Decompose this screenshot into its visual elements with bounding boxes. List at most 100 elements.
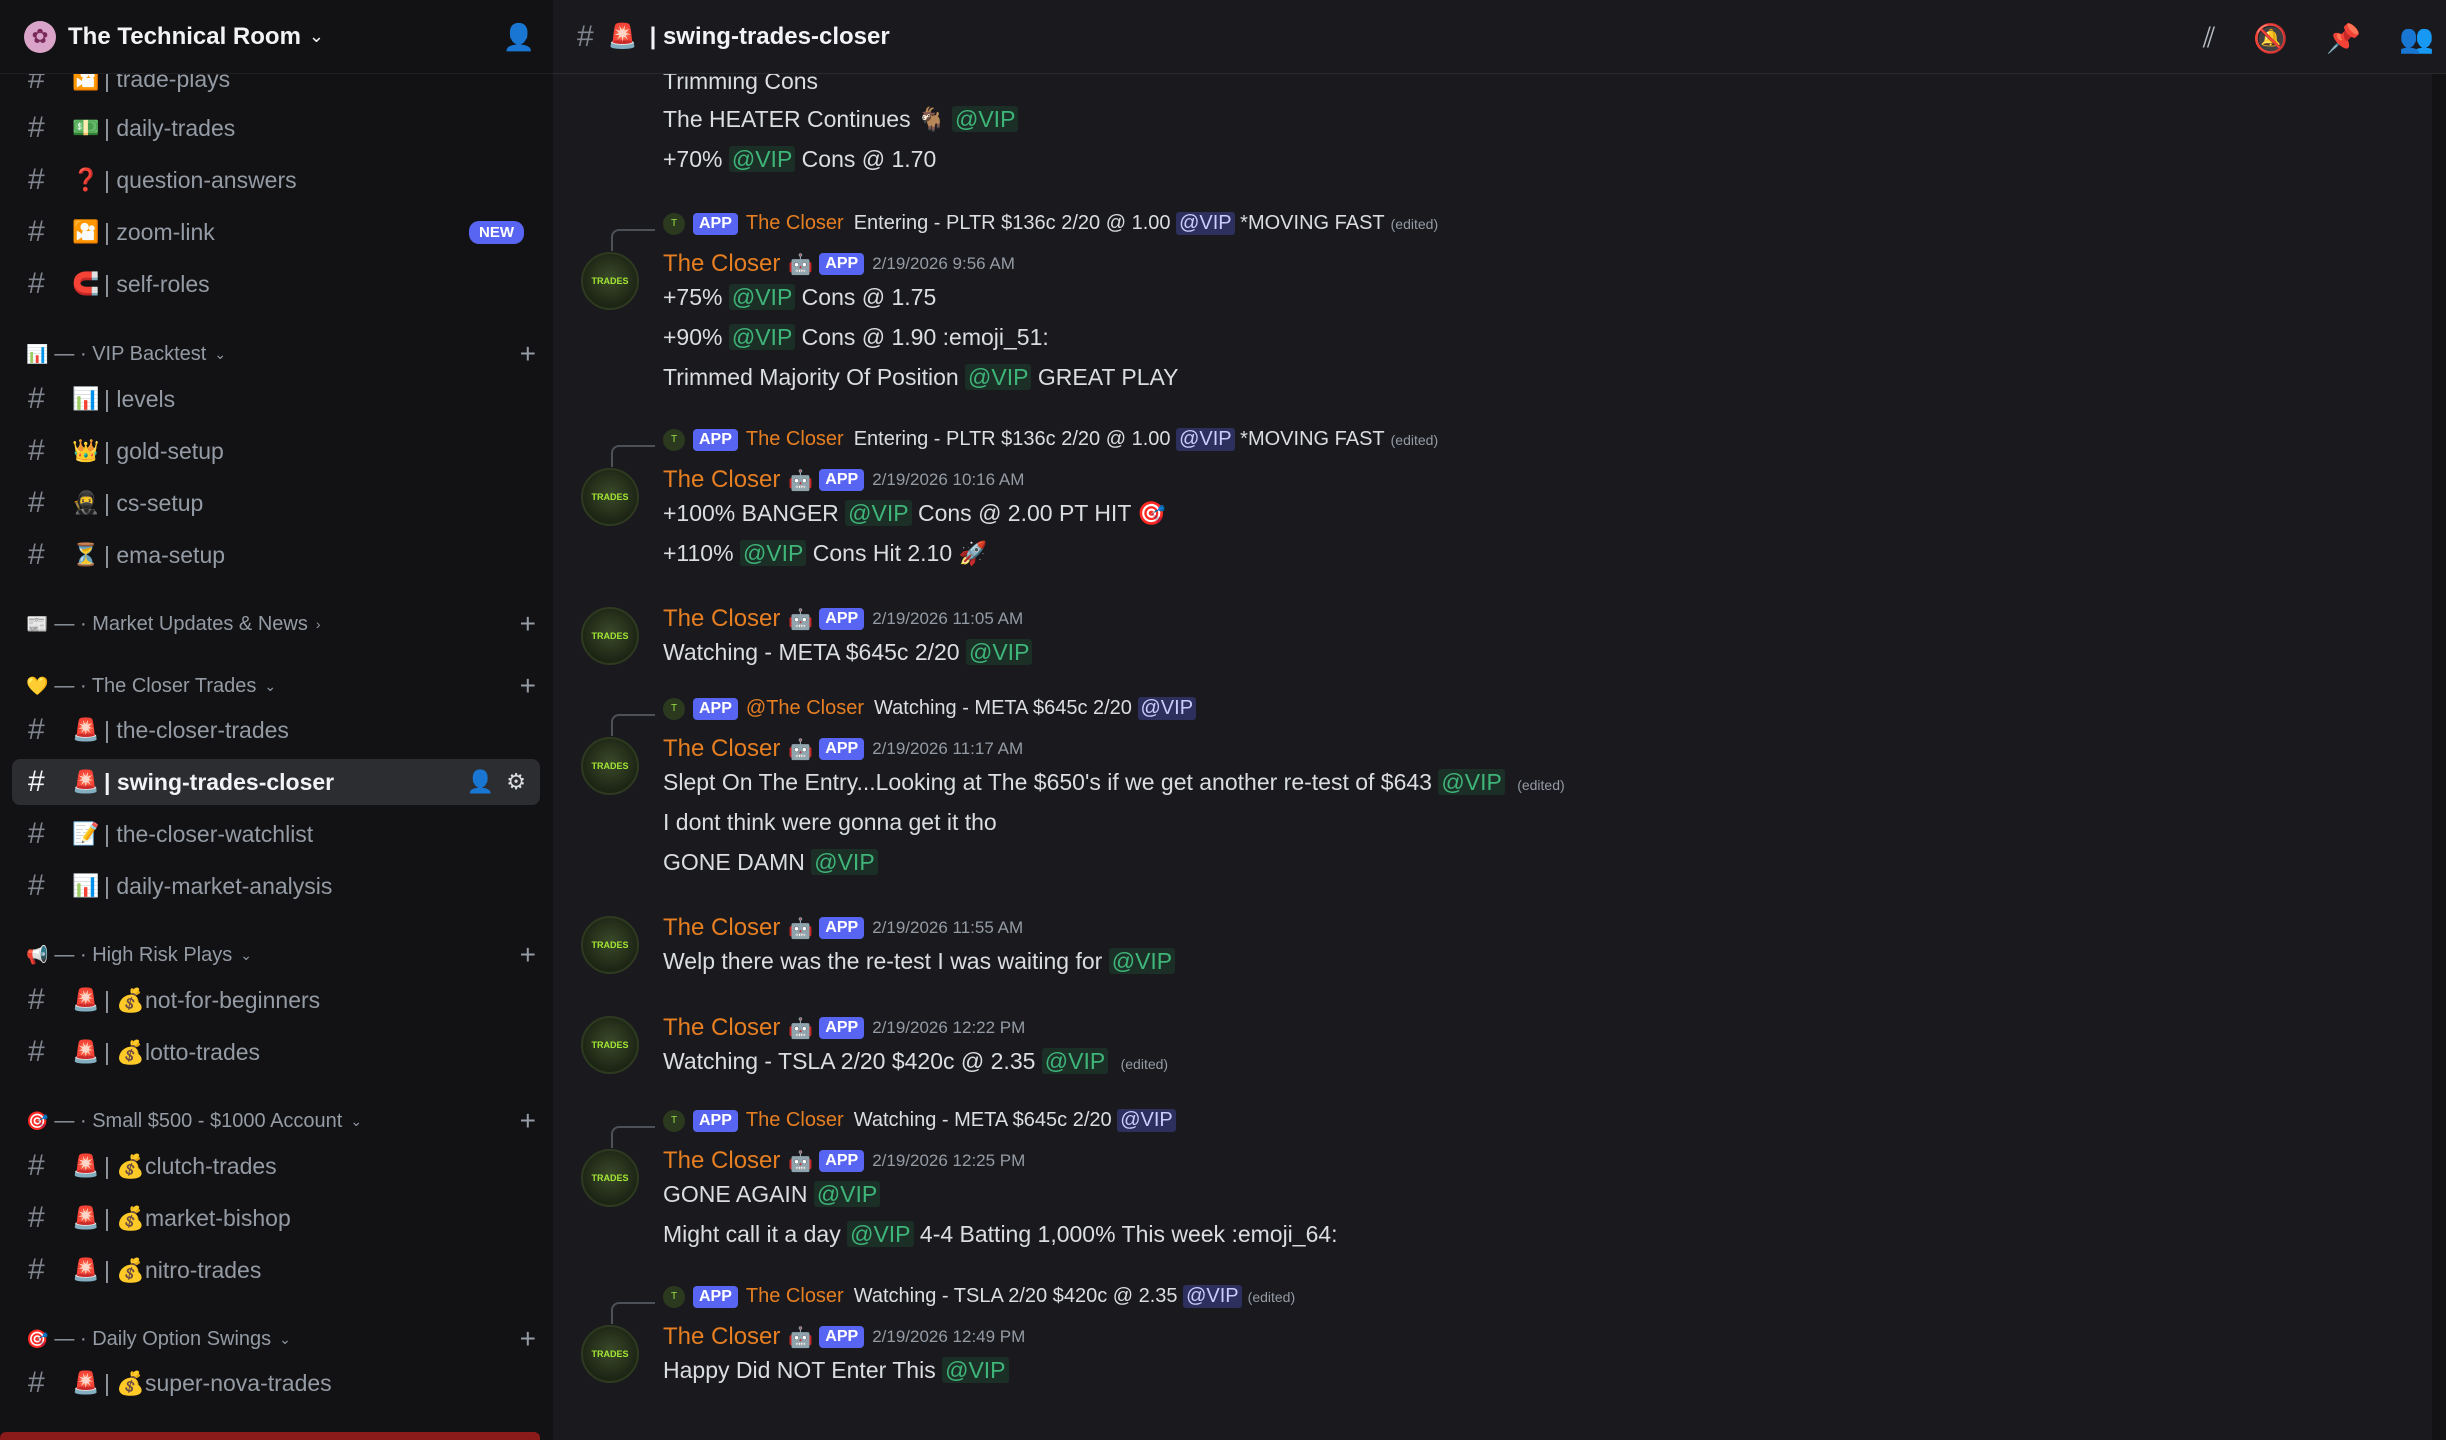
edited-label: (edited) <box>1247 1288 1296 1305</box>
server-header[interactable]: ✿ The Technical Room ⌄ 👤 <box>0 0 553 74</box>
vip-mention[interactable]: @VIP <box>1108 948 1176 974</box>
channel-question-answers[interactable]: # ❓ | question-answers <box>12 157 540 203</box>
vip-mention[interactable]: @VIP <box>1117 1109 1176 1132</box>
threads-icon[interactable]: ⫽ <box>2203 22 2216 55</box>
author-name[interactable]: The Closer <box>663 1014 780 1042</box>
channel-label: | cs-setup <box>104 489 204 516</box>
add-channel-icon[interactable]: + <box>520 608 536 640</box>
avatar[interactable]: TRADES <box>581 737 639 795</box>
author-name[interactable]: The Closer <box>663 1323 780 1351</box>
vip-mention[interactable]: @VIP <box>1183 1285 1242 1308</box>
category-high-risk-plays[interactable]: 📢 — · High Risk Plays ⌄ + <box>26 938 536 972</box>
category-small-account[interactable]: 🎯 — · Small $500 - $1000 Account ⌄ + <box>26 1104 536 1138</box>
category-vip-backtest[interactable]: 📊 — · VIP Backtest ⌄ + <box>26 337 536 371</box>
channel-lotto-trades[interactable]: # 🚨 | 💰lotto-trades <box>12 1029 540 1075</box>
channel-ema-setup[interactable]: # ⏳ | ema-setup <box>12 532 540 578</box>
vip-mention[interactable]: @VIP <box>813 1181 881 1207</box>
vip-mention[interactable]: @VIP <box>965 639 1033 665</box>
reply-preview[interactable]: T APP The Closer Watching - META $645c 2… <box>663 1109 1176 1132</box>
vip-mention[interactable]: @VIP <box>811 849 878 875</box>
vip-mention[interactable]: @VIP <box>847 1221 914 1247</box>
hash-icon: # <box>28 267 45 300</box>
add-channel-icon[interactable]: + <box>520 670 536 702</box>
vip-mention[interactable]: @VIP <box>965 364 1032 390</box>
message-line: Slept On The Entry...Looking at The $650… <box>663 769 1565 796</box>
vip-mention[interactable]: @VIP <box>1137 697 1197 720</box>
channel-daily-market-analysis[interactable]: # 📊 | daily-market-analysis <box>12 863 540 909</box>
vip-mention[interactable]: @VIP <box>1176 428 1235 451</box>
channel-clutch-trades[interactable]: # 🚨 | 💰clutch-trades <box>12 1143 540 1189</box>
channel-self-roles[interactable]: # 🧲 | self-roles <box>12 261 540 307</box>
avatar[interactable]: TRADES <box>581 1016 639 1074</box>
vip-mention[interactable]: @VIP <box>942 1357 1009 1383</box>
category-label: — · VIP Backtest <box>54 342 207 365</box>
category-daily-option-swings[interactable]: 🎯 — · Daily Option Swings ⌄ + <box>26 1322 536 1356</box>
avatar[interactable]: TRADES <box>581 1149 639 1207</box>
author-name[interactable]: The Closer <box>663 250 780 278</box>
add-channel-icon[interactable]: + <box>520 1105 536 1137</box>
reply-connector <box>611 714 655 736</box>
channel-the-closer-trades[interactable]: # 🚨 | the-closer-trades <box>12 707 540 753</box>
chevron-down-icon: ⌄ <box>214 345 227 362</box>
message-text: I dont think were gonna get it tho <box>663 809 997 835</box>
vip-mention[interactable]: @VIP <box>1041 1048 1109 1074</box>
channel-gold-setup[interactable]: # 👑 | gold-setup <box>12 428 540 474</box>
gear-icon[interactable]: ⚙ <box>506 769 526 795</box>
add-channel-icon[interactable]: + <box>520 1323 536 1355</box>
channel-levels[interactable]: # 📊 | levels <box>12 376 540 422</box>
author-name[interactable]: The Closer <box>663 735 780 763</box>
reply-text: *MOVING FAST <box>1240 212 1385 234</box>
avatar[interactable]: TRADES <box>581 916 639 974</box>
reply-preview[interactable]: T APP The Closer Entering - PLTR $136c 2… <box>663 212 1438 235</box>
member-list-icon[interactable]: 👥 <box>2399 22 2434 55</box>
scrollbar[interactable] <box>2432 74 2446 1440</box>
channel-label: | 💰lotto-trades <box>104 1038 261 1065</box>
category-market-updates[interactable]: 📰 — · Market Updates & News › + <box>26 607 536 641</box>
channel-market-bishop[interactable]: # 🚨 | 💰market-bishop <box>12 1195 540 1241</box>
message-text: Cons @ 2.00 PT HIT 🎯 <box>917 500 1166 526</box>
channel-the-closer-watchlist[interactable]: # 📝 | the-closer-watchlist <box>12 811 540 857</box>
vip-mention[interactable]: @VIP <box>1176 212 1235 235</box>
bell-off-icon[interactable]: 🔕 <box>2253 22 2288 55</box>
reply-preview[interactable]: T APP @The Closer Watching - META $645c … <box>663 697 1197 720</box>
vip-mention[interactable]: @VIP <box>951 106 1019 132</box>
reply-preview[interactable]: T APP The Closer Watching - TSLA 2/20 $4… <box>663 1285 1295 1308</box>
author-name[interactable]: The Closer <box>663 914 780 942</box>
channel-not-for-beginners[interactable]: # 🚨 | 💰not-for-beginners <box>12 977 540 1023</box>
message-line: +90% @VIP Cons @ 1.90 :emoji_51: <box>663 324 1049 351</box>
category-closer-trades[interactable]: 💛 — · The Closer Trades ⌄ + <box>26 669 536 703</box>
reply-preview[interactable]: T APP The Closer Entering - PLTR $136c 2… <box>663 428 1438 451</box>
category-emoji: 🎯 <box>26 1328 49 1349</box>
vip-mention[interactable]: @VIP <box>728 324 796 350</box>
avatar[interactable]: TRADES <box>581 468 639 526</box>
add-channel-icon[interactable]: + <box>520 338 536 370</box>
channel-cs-setup[interactable]: # 🥷 | cs-setup <box>12 480 540 526</box>
vip-mention[interactable]: @VIP <box>728 146 796 172</box>
author-name[interactable]: The Closer <box>663 466 780 494</box>
author-name[interactable]: The Closer <box>663 1147 780 1175</box>
avatar[interactable]: TRADES <box>581 607 639 665</box>
channel-super-nova-trades[interactable]: # 🚨 | 💰super-nova-trades <box>12 1360 540 1406</box>
bot-icon: 🤖 <box>788 1326 814 1349</box>
add-channel-icon[interactable]: + <box>520 939 536 971</box>
vip-mention[interactable]: @VIP <box>728 284 796 310</box>
add-member-icon[interactable]: 👤 <box>503 22 535 53</box>
channel-zoom-link[interactable]: # 🎦 | zoom-link NEW <box>12 209 540 255</box>
avatar[interactable]: TRADES <box>581 1325 639 1383</box>
channel-swing-trades-closer[interactable]: # 🚨 | swing-trades-closer 👤 ⚙ <box>12 759 540 805</box>
vip-mention[interactable]: @VIP <box>845 500 912 526</box>
pin-icon[interactable]: 📌 <box>2326 22 2361 55</box>
edited-label: (edited) <box>1390 215 1439 232</box>
author-name[interactable]: The Closer <box>663 605 780 633</box>
invite-icon[interactable]: 👤 <box>467 769 494 795</box>
avatar[interactable]: TRADES <box>581 252 639 310</box>
vip-mention[interactable]: @VIP <box>1438 769 1505 795</box>
new-badge: NEW <box>469 220 524 244</box>
reply-text: Entering - PLTR $136c 2/20 @ 1.00 <box>853 212 1171 234</box>
message-line: Might call it a day @VIP 4-4 Batting 1,0… <box>663 1221 1338 1248</box>
channel-daily-trades[interactable]: # 💵 | daily-trades <box>12 105 540 151</box>
vip-mention[interactable]: @VIP <box>739 540 807 566</box>
timestamp: 2/19/2026 10:16 AM <box>872 470 1025 489</box>
message-line: Welp there was the re-test I was waiting… <box>663 948 1176 975</box>
channel-nitro-trades[interactable]: # 🚨 | 💰nitro-trades <box>12 1247 540 1293</box>
